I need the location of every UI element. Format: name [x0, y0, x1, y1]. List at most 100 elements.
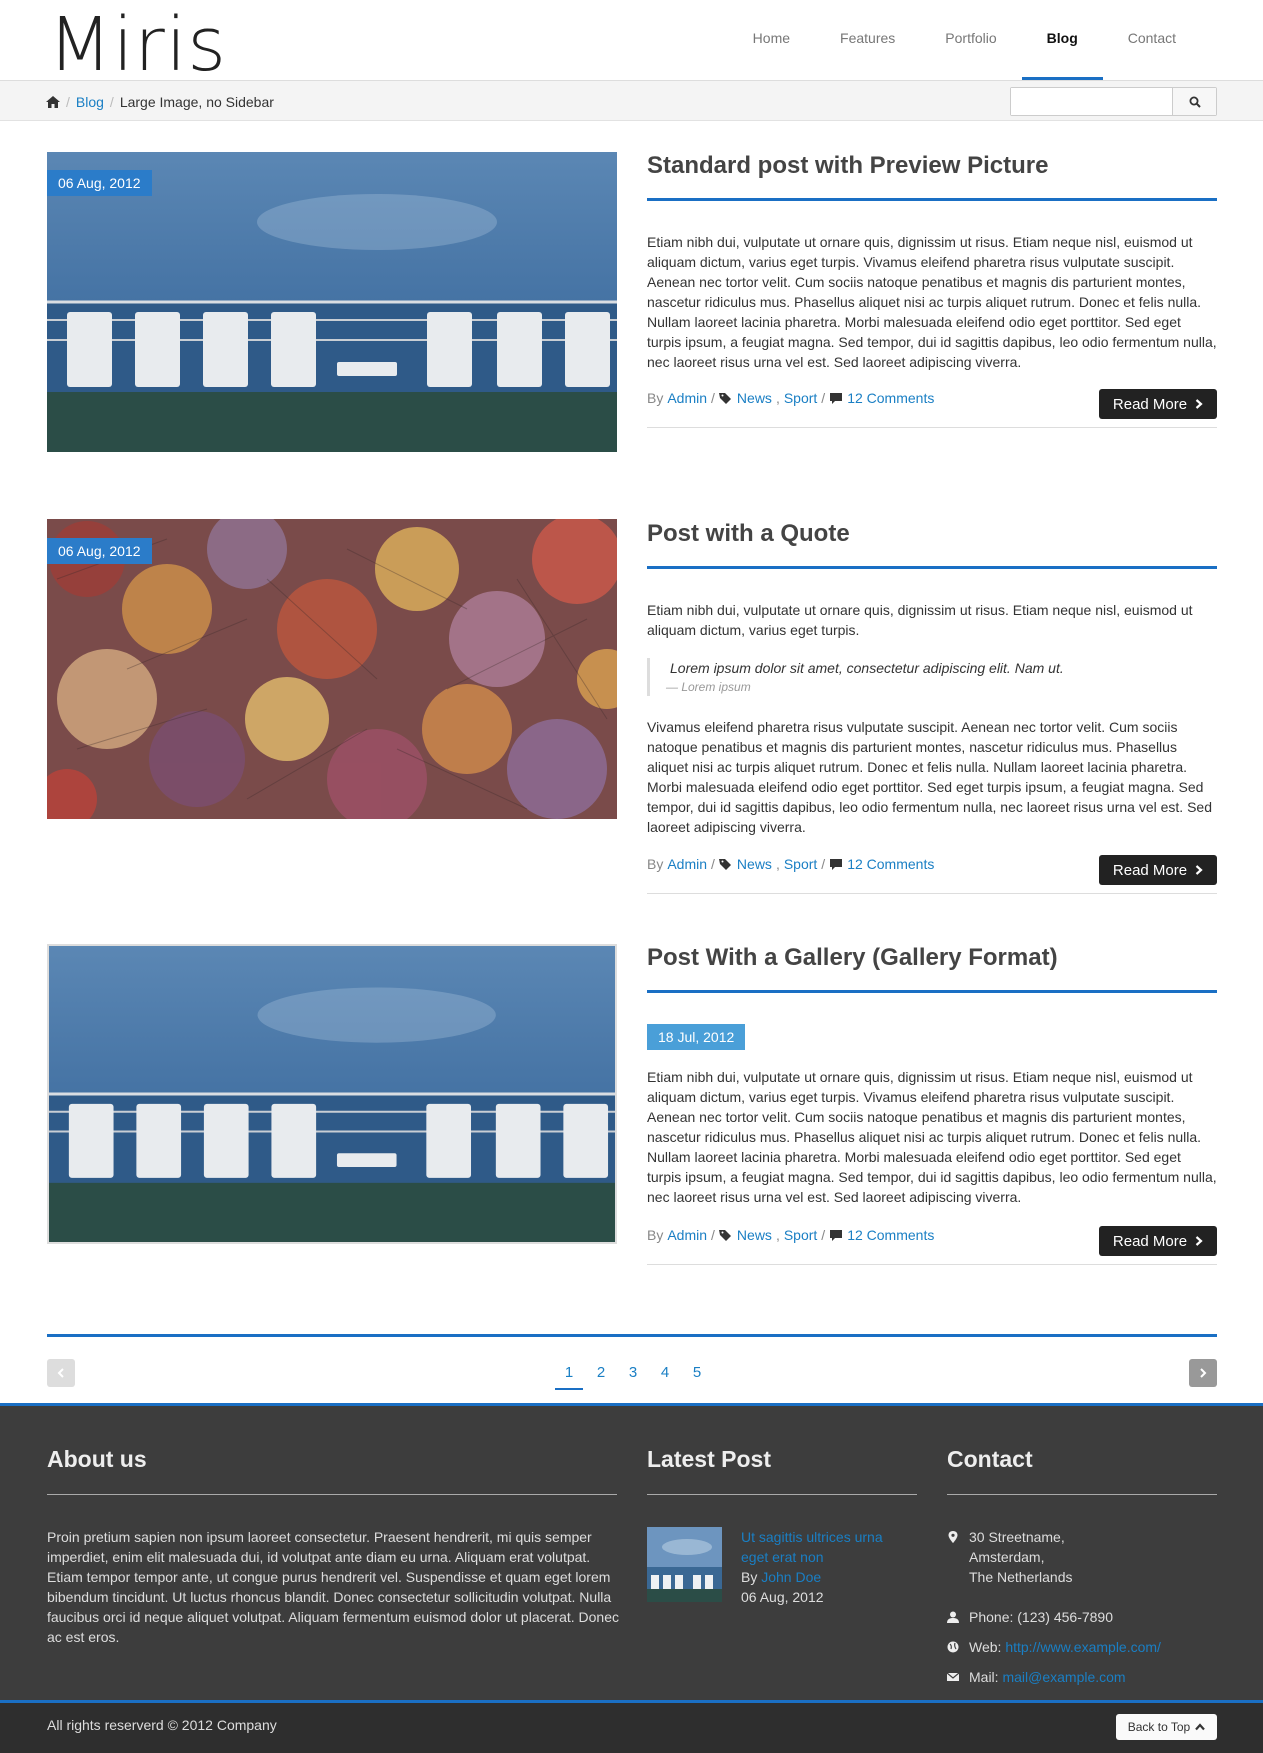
contact-address: 30 Streetname, Amsterdam, The Netherland…	[947, 1527, 1073, 1587]
breadcrumb-current: Large Image, no Sidebar	[119, 93, 274, 110]
post-gallery[interactable]	[47, 944, 617, 1244]
latest-post-thumbnail-image	[647, 1527, 722, 1602]
footer-contact-title: Contact	[947, 1446, 1033, 1472]
contact-web: Web: http://www.example.com/	[947, 1637, 1161, 1657]
search-input[interactable]	[1011, 88, 1173, 115]
read-more-label: Read More	[1112, 395, 1188, 413]
chevron-right-icon	[1200, 1368, 1207, 1378]
post-title[interactable]: Post With a Gallery (Gallery Format)	[647, 944, 1058, 972]
meta-tag-sport[interactable]: Sport	[784, 390, 817, 406]
map-marker-icon	[948, 1531, 958, 1543]
back-to-top-button[interactable]: Back to Top	[1116, 1714, 1217, 1740]
pagination-divider	[47, 1334, 1217, 1337]
home-icon[interactable]	[46, 95, 60, 108]
post-title[interactable]: Post with a Quote	[647, 520, 850, 548]
blockquote: Lorem ipsum dolor sit amet, consectetur …	[647, 658, 1217, 696]
meta-author-link[interactable]: Admin	[667, 856, 707, 872]
user-icon	[947, 1611, 959, 1623]
address-line: The Netherlands	[969, 1569, 1073, 1585]
post-date-badge: 18 Jul, 2012	[647, 1024, 746, 1050]
search-icon	[1189, 96, 1201, 108]
read-more-button[interactable]: Read More	[1099, 855, 1217, 885]
address-line: Amsterdam,	[969, 1549, 1045, 1565]
nav-item-home[interactable]: Home	[728, 0, 815, 80]
post-excerpt: Etiam nibh dui, vulputate ut ornare quis…	[647, 234, 1217, 370]
latest-post-author-link[interactable]: John Doe	[761, 1569, 821, 1585]
post-meta: By Admin / News, Sport / 12 Comments	[647, 390, 935, 406]
breadcrumb-blog-link[interactable]: Blog	[76, 94, 104, 110]
post-intro: Etiam nibh dui, vulputate ut ornare quis…	[647, 602, 1193, 638]
post-excerpt: Etiam nibh dui, vulputate ut ornare quis…	[647, 1069, 1217, 1205]
footer-about-text: Proin pretium sapien non ipsum laoreet c…	[47, 1529, 619, 1645]
meta-tag-news[interactable]: News	[737, 856, 772, 872]
site-header: Miris Home Features Portfolio Blog Conta…	[0, 0, 1263, 88]
page-link[interactable]: 2	[585, 1358, 617, 1388]
post-date-badge: 06 Aug, 2012	[47, 538, 152, 564]
footer-divider	[947, 1494, 1217, 1495]
search-button[interactable]	[1172, 88, 1216, 115]
meta-comments-link[interactable]: 12 Comments	[847, 1227, 934, 1243]
chevron-right-icon	[1195, 865, 1203, 875]
post-divider	[647, 1264, 1217, 1265]
bottom-bar: All rights reserverd © 2012 Company Back…	[0, 1700, 1263, 1753]
prev-page-button[interactable]	[47, 1359, 75, 1387]
post-title-divider	[647, 990, 1217, 993]
nav-item-portfolio[interactable]: Portfolio	[920, 0, 1021, 80]
contact-web-label: Web:	[969, 1639, 1002, 1655]
quote-text: Lorem ipsum dolor sit amet, consectetur …	[670, 660, 1064, 676]
deck-chairs-photo	[47, 152, 617, 452]
meta-by: By	[647, 390, 664, 406]
chevron-right-icon	[1195, 1236, 1203, 1246]
post-image-autumn-leaves[interactable]	[47, 519, 617, 819]
meta-tag-news[interactable]: News	[737, 1227, 772, 1243]
breadcrumb: / Blog / Large Image, no Sidebar	[46, 81, 274, 122]
latest-post-by: By	[741, 1569, 758, 1585]
nav-item-contact[interactable]: Contact	[1103, 0, 1201, 80]
latest-post-byline: By John Doe	[741, 1567, 821, 1587]
post-title-divider	[647, 198, 1217, 201]
contact-mail-link[interactable]: mail@example.com	[1002, 1669, 1125, 1685]
chevron-up-icon	[1195, 1723, 1206, 1731]
meta-by: By	[647, 856, 664, 872]
meta-comments-link[interactable]: 12 Comments	[847, 856, 934, 872]
next-page-button[interactable]	[1189, 1359, 1217, 1387]
post-meta: By Admin / News, Sport / 12 Comments	[647, 856, 935, 872]
read-more-button[interactable]: Read More	[1099, 1226, 1217, 1256]
latest-post-thumbnail[interactable]	[647, 1527, 722, 1602]
post-divider	[647, 427, 1217, 428]
meta-tag-sport[interactable]: Sport	[784, 1227, 817, 1243]
nav-item-features[interactable]: Features	[815, 0, 920, 80]
footer-latest-title: Latest Post	[647, 1446, 771, 1472]
meta-author-link[interactable]: Admin	[667, 390, 707, 406]
page-link[interactable]: 3	[617, 1358, 649, 1388]
meta-tag-news[interactable]: News	[737, 390, 772, 406]
page-link[interactable]: 1	[553, 1358, 585, 1390]
quote-source: — Lorem ipsum	[666, 680, 751, 694]
page-link[interactable]: 4	[649, 1358, 681, 1388]
post-divider	[647, 893, 1217, 894]
footer-about-title: About us	[47, 1446, 147, 1472]
address-line: 30 Streetname,	[969, 1529, 1065, 1545]
meta-comments-link[interactable]: 12 Comments	[847, 390, 934, 406]
autumn-leaves-photo	[47, 519, 617, 819]
meta-author-link[interactable]: Admin	[667, 1227, 707, 1243]
tags-icon	[718, 1229, 731, 1241]
post-meta: By Admin / News, Sport / 12 Comments	[647, 1227, 935, 1243]
comment-icon	[830, 1229, 843, 1241]
page-link[interactable]: 5	[681, 1358, 713, 1388]
nav-item-blog[interactable]: Blog	[1021, 0, 1103, 80]
post-excerpt: Vivamus eleifend pharetra risus vulputat…	[647, 719, 1212, 835]
chevron-right-icon	[1195, 399, 1203, 409]
comment-icon	[830, 858, 843, 870]
latest-post-date: 06 Aug, 2012	[741, 1589, 824, 1605]
read-more-button[interactable]: Read More	[1099, 389, 1217, 419]
latest-post-title-link[interactable]: Ut sagittis ultrices urna eget erat non	[741, 1527, 901, 1567]
search-box	[1010, 87, 1217, 116]
post-image-deck-chairs[interactable]	[47, 152, 617, 452]
post-title[interactable]: Standard post with Preview Picture	[647, 152, 1048, 180]
site-logo[interactable]: Miris	[48, 2, 227, 88]
contact-web-link[interactable]: http://www.example.com/	[1005, 1639, 1161, 1655]
pagination: 1 2 3 4 5	[553, 1358, 713, 1390]
comment-icon	[830, 392, 843, 404]
meta-tag-sport[interactable]: Sport	[784, 856, 817, 872]
